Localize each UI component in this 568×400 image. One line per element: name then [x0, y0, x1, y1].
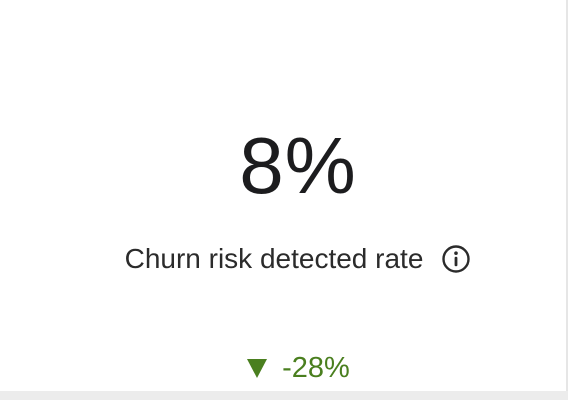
info-icon[interactable] — [441, 244, 471, 274]
change-indicator: -28% — [0, 350, 568, 386]
metric-label: Churn risk detected rate — [124, 243, 424, 274]
triangle-down-icon — [246, 357, 268, 379]
change-value: -28% — [282, 352, 350, 384]
metric-value: 8% — [239, 121, 357, 210]
kpi-card: 8% Churn risk detected rate -28% — [0, 0, 568, 391]
metric-label-row: Churn risk detected rate — [0, 241, 568, 277]
card-bottom-edge — [0, 391, 568, 400]
